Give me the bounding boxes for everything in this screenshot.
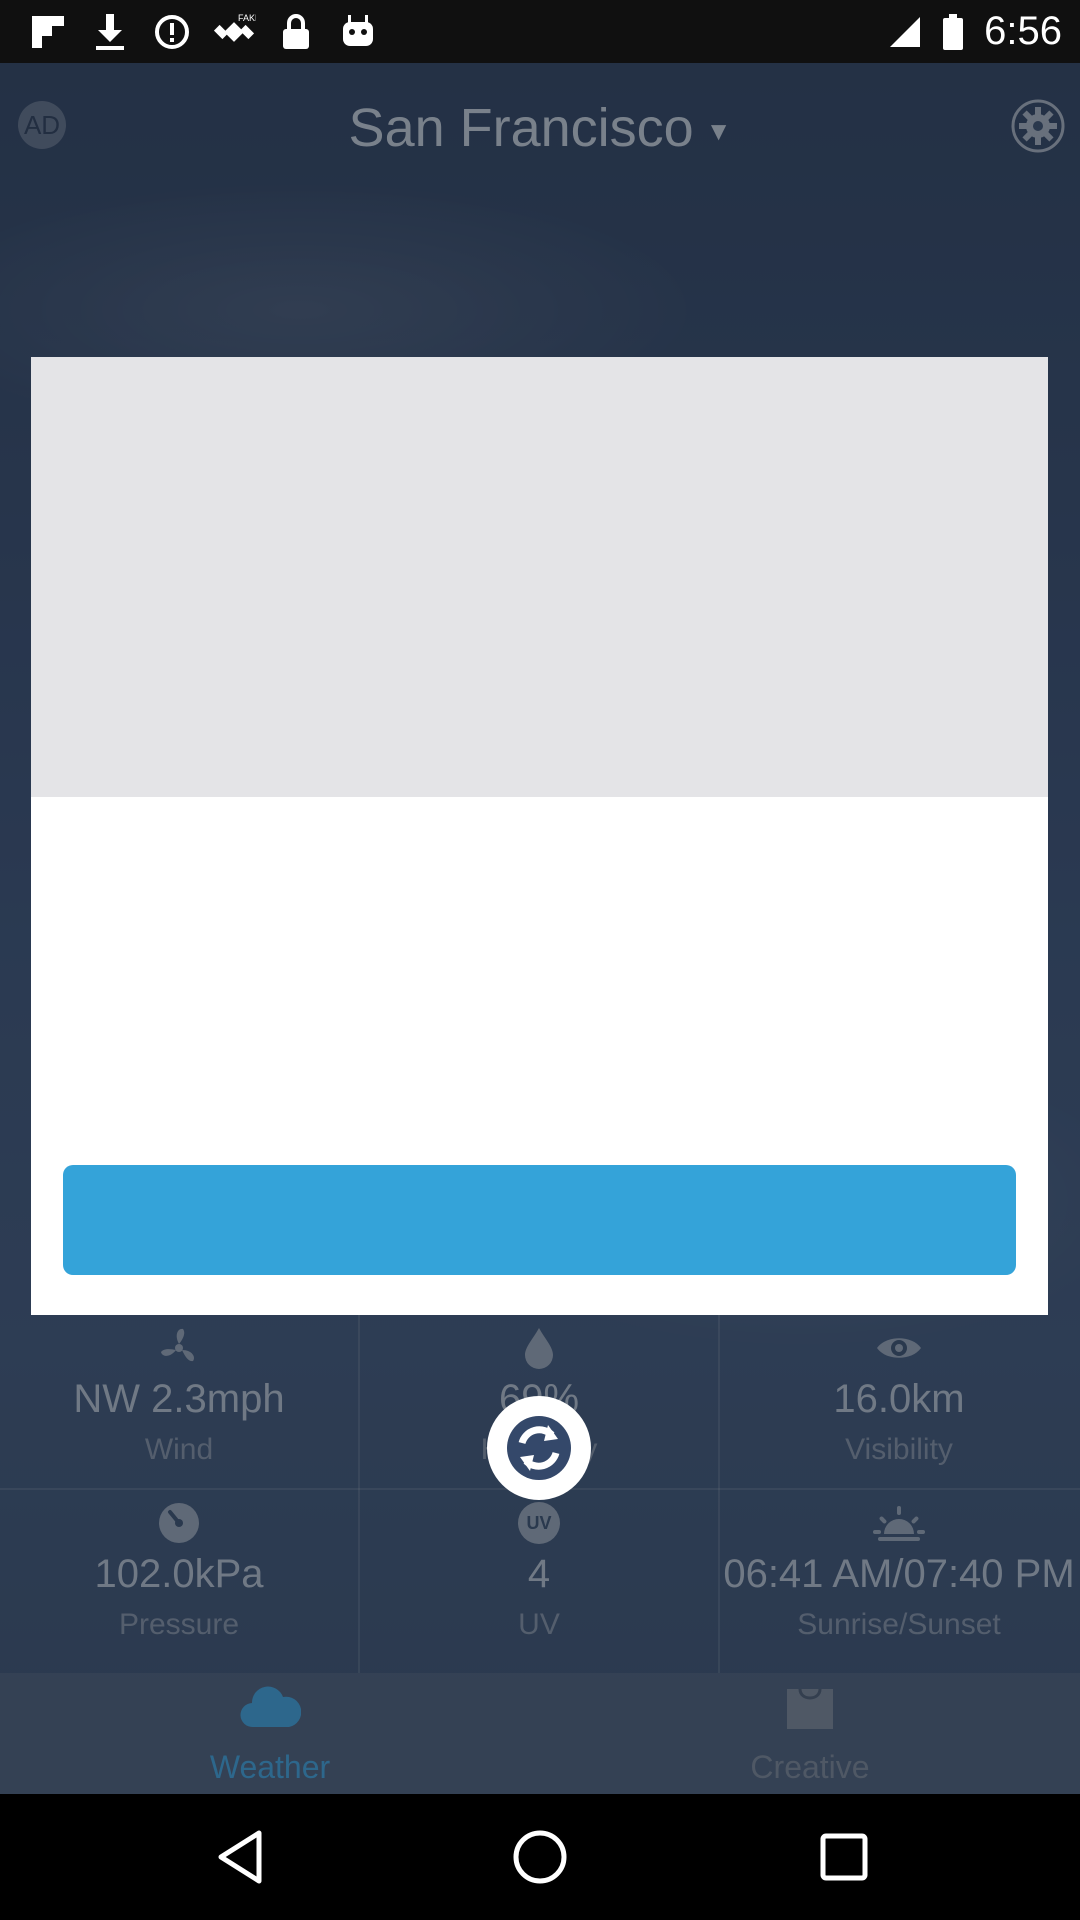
refresh-button[interactable] xyxy=(487,1396,591,1500)
data-saver-icon xyxy=(150,10,194,54)
recents-square-icon xyxy=(820,1833,868,1881)
back-button[interactable] xyxy=(210,1827,270,1887)
download-icon xyxy=(88,10,132,54)
lock-icon xyxy=(274,10,318,54)
status-time: 6:56 xyxy=(984,9,1062,53)
ad-media-placeholder[interactable] xyxy=(31,357,1048,797)
android-icon xyxy=(336,10,380,54)
system-navigation-bar xyxy=(0,1794,1080,1920)
home-circle-icon xyxy=(513,1830,567,1884)
recents-button[interactable] xyxy=(814,1827,874,1887)
ad-cta-button[interactable] xyxy=(63,1165,1016,1275)
back-triangle-icon xyxy=(218,1830,262,1884)
refresh-icon xyxy=(507,1416,571,1480)
fake-gps-icon: FAKE xyxy=(212,10,256,54)
battery-icon xyxy=(943,13,964,50)
status-bar: FAKE 6:56 xyxy=(0,0,1080,63)
flipboard-icon xyxy=(26,10,70,54)
ad-dialog xyxy=(31,357,1048,1315)
home-button[interactable] xyxy=(510,1827,570,1887)
svg-text:FAKE: FAKE xyxy=(238,13,256,23)
signal-icon xyxy=(890,16,921,47)
